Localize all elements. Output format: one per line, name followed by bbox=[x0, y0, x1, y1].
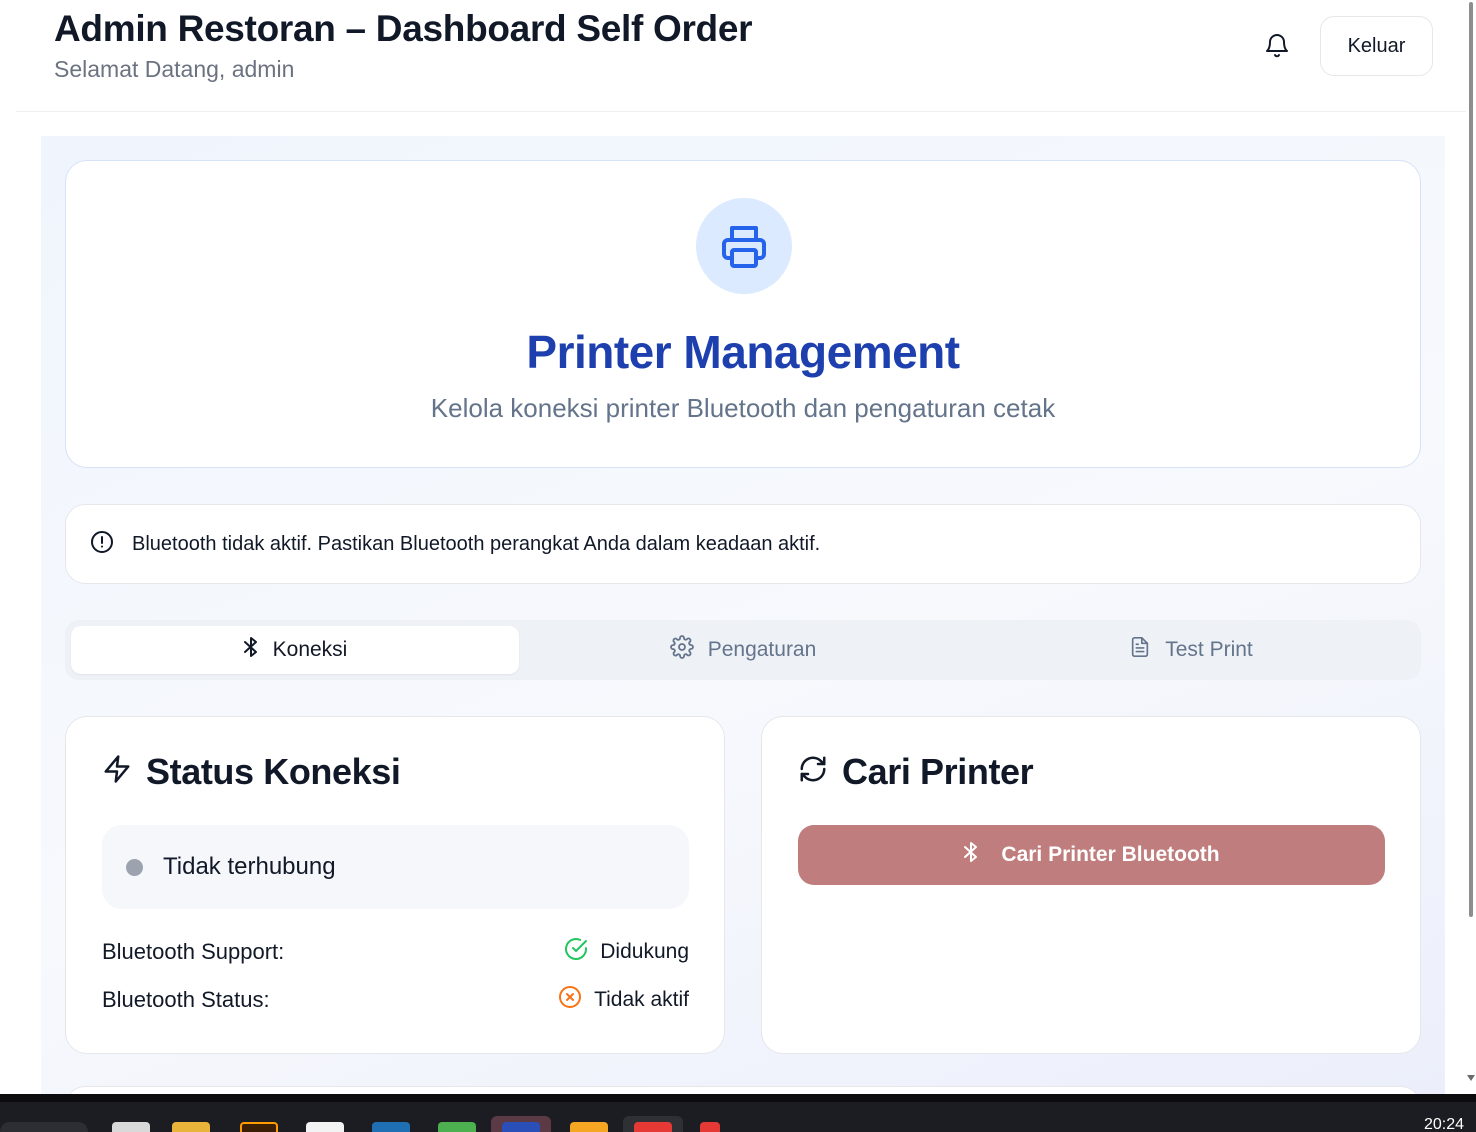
bluetooth-status-row: Bluetooth Status: Tidak aktif bbox=[102, 985, 689, 1015]
printer-icon bbox=[696, 198, 792, 294]
app-header: Admin Restoran – Dashboard Self Order Se… bbox=[16, 0, 1468, 112]
hero-card: Printer Management Kelola koneksi printe… bbox=[65, 160, 1421, 468]
scrollbar-thumb[interactable] bbox=[1469, 2, 1473, 917]
file-icon[interactable] bbox=[112, 1122, 150, 1132]
illustrator-icon[interactable] bbox=[240, 1122, 278, 1132]
lightning-icon bbox=[102, 751, 132, 793]
tab-label: Test Print bbox=[1165, 638, 1253, 661]
hero-subtitle: Kelola koneksi printer Bluetooth dan pen… bbox=[430, 393, 1056, 423]
page-title: Admin Restoran – Dashboard Self Order bbox=[54, 8, 753, 49]
status-value: Tidak aktif bbox=[558, 985, 689, 1015]
logout-button[interactable]: Keluar bbox=[1320, 16, 1433, 76]
check-circle-icon bbox=[564, 937, 588, 967]
taskbar-search[interactable] bbox=[0, 1122, 88, 1132]
tab-test-print[interactable]: Test Print bbox=[967, 626, 1415, 674]
tab-koneksi[interactable]: Koneksi bbox=[71, 626, 519, 674]
chrome-icon[interactable] bbox=[438, 1122, 476, 1132]
app-icon-2[interactable] bbox=[700, 1122, 720, 1132]
card-title: Cari Printer bbox=[842, 751, 1034, 792]
card-header: Cari Printer bbox=[798, 751, 1034, 793]
gear-icon bbox=[669, 635, 694, 665]
status-koneksi-card: Status Koneksi Tidak terhubung Bluetooth… bbox=[65, 716, 725, 1054]
hero-title: Printer Management bbox=[526, 326, 960, 378]
x-circle-icon bbox=[558, 985, 582, 1015]
page-scrollbar[interactable] bbox=[1466, 0, 1476, 1094]
tab-bar: Koneksi Pengaturan Test Print bbox=[65, 620, 1421, 680]
alert-message: Bluetooth tidak aktif. Pastikan Bluetoot… bbox=[132, 532, 821, 555]
status-label: Bluetooth Status: bbox=[102, 987, 270, 1012]
folder-icon[interactable] bbox=[172, 1122, 210, 1132]
support-value-text: Didukung bbox=[600, 940, 689, 963]
scroll-down-arrow-icon[interactable] bbox=[1467, 1075, 1475, 1081]
support-value: Didukung bbox=[564, 937, 689, 967]
tab-pengaturan[interactable]: Pengaturan bbox=[519, 626, 967, 674]
tab-label: Koneksi bbox=[272, 638, 348, 661]
cari-printer-card: Cari Printer Cari Printer Bluetooth bbox=[761, 716, 1421, 1054]
card-header: Status Koneksi bbox=[102, 751, 401, 793]
card-title: Status Koneksi bbox=[146, 751, 401, 792]
search-bluetooth-printer-button[interactable]: Cari Printer Bluetooth bbox=[798, 825, 1385, 885]
status-dot bbox=[126, 858, 143, 876]
alert-circle-icon bbox=[90, 530, 114, 559]
bluetooth-icon bbox=[243, 635, 259, 665]
file-text-icon bbox=[1129, 635, 1151, 665]
browser-icon[interactable] bbox=[634, 1122, 672, 1132]
main-content: Printer Management Kelola koneksi printe… bbox=[41, 136, 1445, 1106]
welcome-text: Selamat Datang, admin bbox=[54, 56, 295, 82]
bluetooth-support-row: Bluetooth Support: Didukung bbox=[102, 937, 689, 967]
bluetooth-alert: Bluetooth tidak aktif. Pastikan Bluetoot… bbox=[65, 504, 1421, 584]
status-value-text: Tidak aktif bbox=[594, 988, 689, 1011]
app-icon[interactable] bbox=[502, 1122, 540, 1132]
connection-status-text: Tidak terhubung bbox=[163, 853, 336, 880]
refresh-icon bbox=[798, 751, 828, 793]
store-icon[interactable] bbox=[306, 1122, 344, 1132]
taskbar-clock: 20:24 bbox=[1424, 1116, 1465, 1132]
button-label: Cari Printer Bluetooth bbox=[1001, 843, 1220, 866]
firebase-icon[interactable] bbox=[570, 1122, 608, 1132]
bell-icon[interactable] bbox=[1262, 28, 1292, 62]
os-taskbar: 20:24 bbox=[0, 1094, 1476, 1132]
vscode-icon[interactable] bbox=[372, 1122, 410, 1132]
support-label: Bluetooth Support: bbox=[102, 939, 285, 964]
tab-label: Pengaturan bbox=[707, 638, 817, 661]
bluetooth-icon bbox=[963, 840, 979, 870]
connection-status-box: Tidak terhubung bbox=[102, 825, 689, 909]
